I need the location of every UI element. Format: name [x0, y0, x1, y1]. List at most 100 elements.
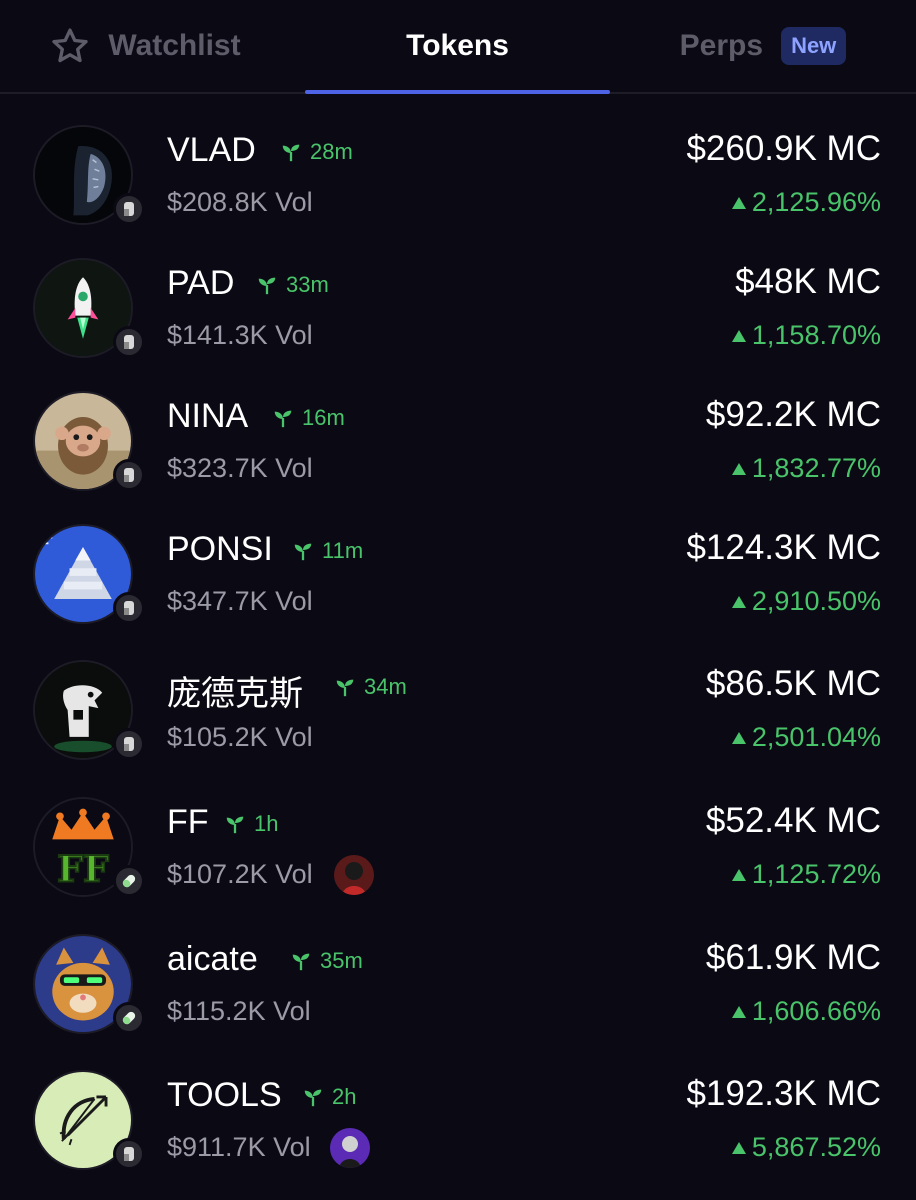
tab-watchlist-label: Watchlist	[108, 29, 241, 62]
sprout-icon	[226, 816, 244, 834]
tab-perps-label: Perps	[679, 29, 764, 62]
token-age: 33m	[256, 272, 329, 298]
token-market-cap: $52.4K MC	[705, 801, 881, 840]
token-row[interactable]: 庞德克斯 34m $105.2K Vol $86.5K MC 2,501.04%	[0, 660, 916, 793]
pump-icon	[113, 728, 145, 760]
token-age: 35m	[290, 948, 363, 974]
pill-icon	[113, 865, 145, 897]
token-age-label: 1h	[254, 811, 279, 836]
arrow-up-icon	[731, 329, 746, 342]
token-age-label: 2h	[332, 1084, 357, 1109]
token-name: PAD	[167, 264, 235, 302]
tab-tokens[interactable]: Tokens	[305, 0, 610, 92]
token-row[interactable]: FF FF 1h $107.2K Vol $52.4K MC 1,125.72%	[0, 797, 916, 930]
token-change: 1,158.70%	[731, 320, 881, 351]
token-name: PONSI	[167, 530, 273, 568]
token-change-value: 2,125.96%	[751, 187, 881, 217]
token-market-cap: $124.3K MC	[686, 528, 881, 567]
token-row[interactable]: NINA 16m $323.7K Vol $92.2K MC 1,832.77%	[0, 391, 916, 524]
sprout-icon	[292, 953, 310, 971]
arrow-up-icon	[731, 462, 746, 475]
arrow-up-icon	[731, 868, 746, 881]
arrow-up-icon	[731, 1005, 746, 1018]
token-row[interactable]: VLAD 28m $208.8K Vol $260.9K MC 2,125.96…	[0, 125, 916, 258]
token-volume: $323.7K Vol	[167, 453, 313, 483]
token-name: TOOLS	[167, 1076, 282, 1114]
token-change-value: 2,910.50%	[751, 586, 881, 616]
tab-watchlist[interactable]: Watchlist	[0, 0, 305, 92]
token-age: 34m	[334, 674, 407, 700]
tab-bar: Watchlist Tokens Perps New	[0, 0, 916, 94]
token-age-label: 28m	[310, 139, 353, 164]
creator-avatar[interactable]	[334, 855, 374, 895]
token-age: 28m	[280, 139, 353, 165]
token-change-value: 1,606.66%	[751, 996, 881, 1026]
pump-icon	[113, 326, 145, 358]
token-market-cap: $48K MC	[735, 262, 881, 301]
pump-icon	[113, 459, 145, 491]
token-volume: $347.7K Vol	[167, 586, 313, 616]
token-volume: $115.2K Vol	[167, 996, 311, 1026]
token-age: 2h	[302, 1084, 356, 1110]
active-tab-indicator	[305, 90, 610, 94]
token-change: 1,832.77%	[731, 453, 881, 484]
token-change: 2,910.50%	[731, 586, 881, 617]
arrow-up-icon	[731, 1141, 746, 1154]
svg-text:FF: FF	[57, 848, 109, 891]
token-row[interactable]: TOOLS 2h $911.7K Vol $192.3K MC 5,867.52…	[0, 1070, 916, 1200]
token-change: 5,867.52%	[731, 1132, 881, 1163]
token-name: 庞德克斯	[167, 675, 303, 713]
token-market-cap: $86.5K MC	[705, 664, 881, 703]
token-name: FF	[167, 803, 209, 841]
token-age-label: 34m	[364, 674, 407, 699]
token-row[interactable]: PAD 33m $141.3K Vol $48K MC 1,158.70%	[0, 258, 916, 391]
token-market-cap: $92.2K MC	[705, 395, 881, 434]
pill-icon	[113, 1002, 145, 1034]
token-change-value: 5,867.52%	[751, 1132, 881, 1162]
token-change: 2,501.04%	[731, 722, 881, 753]
token-market-cap: $61.9K MC	[705, 938, 881, 977]
tab-perps[interactable]: Perps New	[610, 0, 916, 92]
token-age: 11m	[292, 538, 363, 564]
token-age-label: 11m	[322, 538, 364, 563]
sprout-icon	[304, 1089, 322, 1107]
token-name: aicate	[167, 940, 258, 978]
token-volume: $107.2K Vol	[167, 859, 313, 889]
star-icon	[52, 28, 89, 63]
token-market-cap: $192.3K MC	[686, 1074, 881, 1113]
token-age-label: 33m	[286, 272, 329, 297]
arrow-up-icon	[731, 196, 746, 209]
arrow-up-icon	[731, 731, 746, 744]
token-change-value: 1,158.70%	[751, 320, 881, 350]
token-row[interactable]: aicate 35m $115.2K Vol $61.9K MC 1,606.6…	[0, 934, 916, 1067]
new-badge: New	[781, 27, 847, 65]
token-age-label: 16m	[302, 405, 345, 430]
token-change-value: 1,125.72%	[751, 859, 881, 889]
token-age: 16m	[272, 405, 345, 431]
token-name: VLAD	[167, 131, 256, 169]
pump-icon	[113, 1138, 145, 1170]
sprout-icon	[274, 410, 292, 428]
sprout-icon	[336, 679, 354, 697]
token-volume: $105.2K Vol	[167, 722, 313, 752]
token-change-value: 2,501.04%	[751, 722, 881, 752]
creator-avatar[interactable]	[330, 1128, 370, 1168]
token-volume: $911.7K Vol	[167, 1132, 311, 1162]
token-row[interactable]: PONSI 11m $347.7K Vol $124.3K MC 2,910.5…	[0, 524, 916, 657]
sprout-icon	[282, 144, 300, 162]
pump-icon	[113, 592, 145, 624]
token-change: 2,125.96%	[731, 187, 881, 218]
token-change-value: 1,832.77%	[751, 453, 881, 483]
tab-tokens-label: Tokens	[406, 29, 509, 62]
sprout-icon	[294, 543, 312, 561]
pump-icon	[113, 193, 145, 225]
token-change: 1,125.72%	[731, 859, 881, 890]
token-volume: $208.8K Vol	[167, 187, 313, 217]
token-volume: $141.3K Vol	[167, 320, 313, 350]
arrow-up-icon	[731, 595, 746, 608]
token-change: 1,606.66%	[731, 996, 881, 1027]
sprout-icon	[258, 277, 276, 295]
token-name: NINA	[167, 397, 249, 435]
token-market-cap: $260.9K MC	[686, 129, 881, 168]
token-age: 1h	[224, 811, 278, 837]
